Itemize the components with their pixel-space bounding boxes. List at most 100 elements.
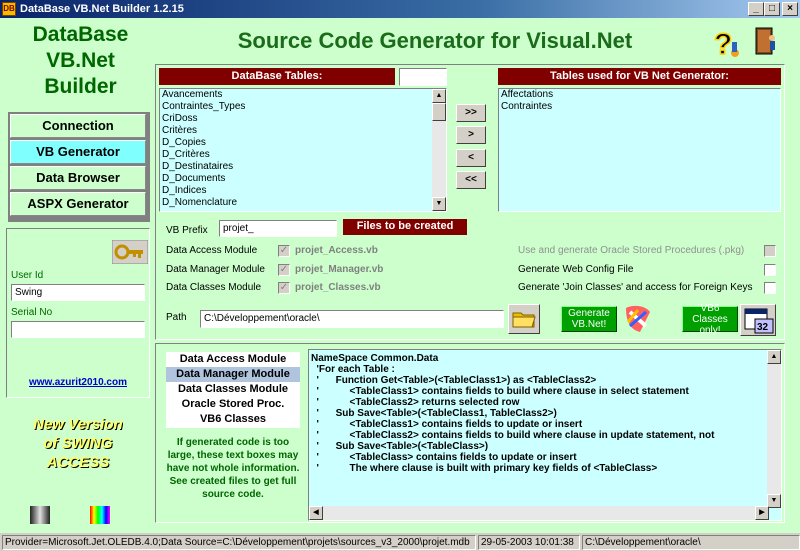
- db-tables-list[interactable]: Avancements Contraintes_Types CriDoss Critè…: [159, 88, 447, 212]
- userid-label: User Id: [11, 270, 44, 281]
- data-access-label: Data Access Module: [166, 245, 258, 256]
- close-button[interactable]: ×: [782, 2, 798, 16]
- app-icon: DB: [2, 2, 16, 16]
- db-table-item[interactable]: D_Nomenclature: [160, 197, 446, 209]
- module-item[interactable]: Data Classes Module: [166, 382, 300, 397]
- color-palette-icon[interactable]: [90, 506, 110, 524]
- code-line: ' <TableClass2> returns selected row: [311, 397, 520, 408]
- website-link[interactable]: www.azurit2010.com: [10, 377, 146, 388]
- status-path: C:\Développement\oracle\: [582, 535, 800, 550]
- code-line: ' Function Get<Table>(<TableClass1>) as …: [311, 375, 597, 386]
- nav-aspx-generator[interactable]: ASPX Generator: [10, 192, 146, 216]
- code-h-scrollbar[interactable]: ◀ ▶: [309, 506, 769, 520]
- module-item[interactable]: Oracle Stored Proc.: [166, 397, 300, 412]
- oracle-sp-checkbox[interactable]: [764, 245, 776, 257]
- code-line: ' <TableClass2> contains fields to build…: [311, 430, 715, 441]
- vb-prefix-label: VB Prefix: [166, 225, 208, 236]
- logo-line-1: DataBase: [32, 23, 129, 46]
- promo-line-3: ACCESS: [46, 454, 110, 471]
- app-logo: DataBase VB.Net Builder: [8, 22, 153, 100]
- grayscale-icon[interactable]: [30, 506, 50, 524]
- module-item[interactable]: Data Manager Module: [166, 367, 300, 382]
- db-table-item[interactable]: D_Destinataires: [160, 161, 446, 173]
- path-label: Path: [166, 312, 187, 323]
- code-preview[interactable]: NameSpace Common.Data 'For each Table : …: [308, 349, 782, 521]
- vb-table-item[interactable]: Contraintes: [499, 101, 780, 113]
- join-classes-label: Generate 'Join Classes' and access for F…: [518, 282, 753, 293]
- module-item[interactable]: VB6 Classes: [166, 412, 300, 427]
- exit-door-icon[interactable]: [752, 26, 780, 56]
- generate-vbnet-button[interactable]: Generate VB.Net!: [561, 306, 617, 332]
- code-line: ' Sub Save<Table>(<TableClass1, TableCla…: [311, 408, 557, 419]
- db-table-item[interactable]: Contraintes_Types: [160, 101, 446, 113]
- help-icon[interactable]: ?: [708, 24, 744, 62]
- add-button[interactable]: >: [456, 126, 486, 144]
- code-scroll-left-icon[interactable]: ◀: [309, 506, 323, 520]
- db-tables-filter[interactable]: [399, 68, 447, 86]
- remove-all-button[interactable]: <<: [456, 171, 486, 189]
- db-tables-scrollbar[interactable]: ▲ ▼: [432, 89, 446, 211]
- data-classes-label: Data Classes Module: [166, 282, 262, 293]
- db-table-item[interactable]: D_Copies: [160, 137, 446, 149]
- db-table-item[interactable]: Critères: [160, 125, 446, 137]
- promo-line-1: New Version: [33, 416, 123, 433]
- data-manager-label: Data Manager Module: [166, 264, 265, 275]
- vb-prefix-input[interactable]: projet_: [219, 220, 337, 237]
- data-classes-checkbox[interactable]: ✓: [278, 282, 290, 294]
- code-scroll-up-icon[interactable]: ▲: [767, 350, 781, 364]
- minimize-button[interactable]: _: [748, 2, 764, 16]
- status-connection: Provider=Microsoft.Jet.OLEDB.4.0;Data So…: [2, 535, 476, 550]
- join-classes-checkbox[interactable]: [764, 282, 776, 294]
- remove-button[interactable]: <: [456, 149, 486, 167]
- title-bar: DB DataBase VB.Net Builder 1.2.15 _ □ ×: [0, 0, 800, 18]
- vb-tables-items: Affectations Contraintes: [499, 89, 780, 113]
- db-table-item[interactable]: D_Critères: [160, 149, 446, 161]
- files-to-create-badge: Files to be created: [343, 219, 467, 235]
- vb-tables-list[interactable]: Affectations Contraintes: [498, 88, 781, 212]
- code-line: 'For each Table :: [311, 364, 395, 375]
- web-config-checkbox[interactable]: [764, 264, 776, 276]
- vb-table-item[interactable]: Affectations: [499, 89, 780, 101]
- code-line: ' The where clause is built with primary…: [311, 463, 658, 474]
- logo-line-2: VB.Net: [46, 49, 115, 72]
- code-v-scrollbar[interactable]: ▲ ▼: [767, 350, 781, 508]
- nav-connection[interactable]: Connection: [10, 114, 146, 138]
- db-tables-items: Avancements Contraintes_Types CriDoss Critè…: [160, 89, 446, 209]
- code-line: ' <TableClass1> contains fields to build…: [311, 386, 689, 397]
- data-classes-file: projet_Classes.vb: [295, 282, 381, 293]
- code-scroll-down-icon[interactable]: ▼: [767, 494, 781, 508]
- page-heading: Source Code Generator for Visual.Net: [237, 28, 633, 53]
- module-items: Data Access Module Data Manager Module Dat…: [166, 352, 300, 427]
- svg-text:32: 32: [757, 322, 769, 333]
- data-manager-file: projet_Manager.vb: [295, 264, 384, 275]
- vb6-classes-button[interactable]: VB6 Classes only!: [682, 303, 738, 336]
- status-datetime: 29-05-2003 10:01:38: [478, 535, 580, 550]
- userid-input[interactable]: Swing: [11, 284, 145, 301]
- db-table-item[interactable]: CriDoss: [160, 113, 446, 125]
- db-table-item[interactable]: D_Indices: [160, 185, 446, 197]
- db-table-item[interactable]: Avancements: [160, 89, 446, 101]
- data-manager-checkbox[interactable]: ✓: [278, 264, 290, 276]
- scroll-up-icon[interactable]: ▲: [432, 89, 446, 103]
- maximize-button[interactable]: □: [764, 2, 780, 16]
- vs-logo-icon[interactable]: [620, 302, 656, 336]
- data-access-checkbox[interactable]: ✓: [278, 245, 290, 257]
- db-table-item[interactable]: D_Documents: [160, 173, 446, 185]
- path-input[interactable]: C:\Développement\oracle\: [200, 310, 504, 328]
- scroll-down-icon[interactable]: ▼: [432, 197, 446, 211]
- status-bar: Provider=Microsoft.Jet.OLEDB.4.0;Data So…: [0, 533, 800, 551]
- browse-folder-button[interactable]: [508, 304, 540, 334]
- svg-text:?: ?: [714, 28, 732, 60]
- serial-label: Serial No: [11, 307, 53, 318]
- code-scroll-right-icon[interactable]: ▶: [755, 506, 769, 520]
- module-item[interactable]: Data Access Module: [166, 352, 300, 367]
- code-lines: NameSpace Common.Data 'For each Table : …: [309, 350, 781, 474]
- vb6-icon[interactable]: 32: [740, 304, 776, 336]
- module-list[interactable]: Data Access Module Data Manager Module Dat…: [166, 352, 300, 428]
- add-all-button[interactable]: >>: [456, 104, 486, 122]
- nav-vb-generator[interactable]: VB Generator: [10, 140, 146, 164]
- keys-icon[interactable]: [111, 239, 149, 265]
- serial-input[interactable]: [11, 321, 145, 338]
- scroll-thumb[interactable]: [432, 103, 446, 121]
- nav-data-browser[interactable]: Data Browser: [10, 166, 146, 190]
